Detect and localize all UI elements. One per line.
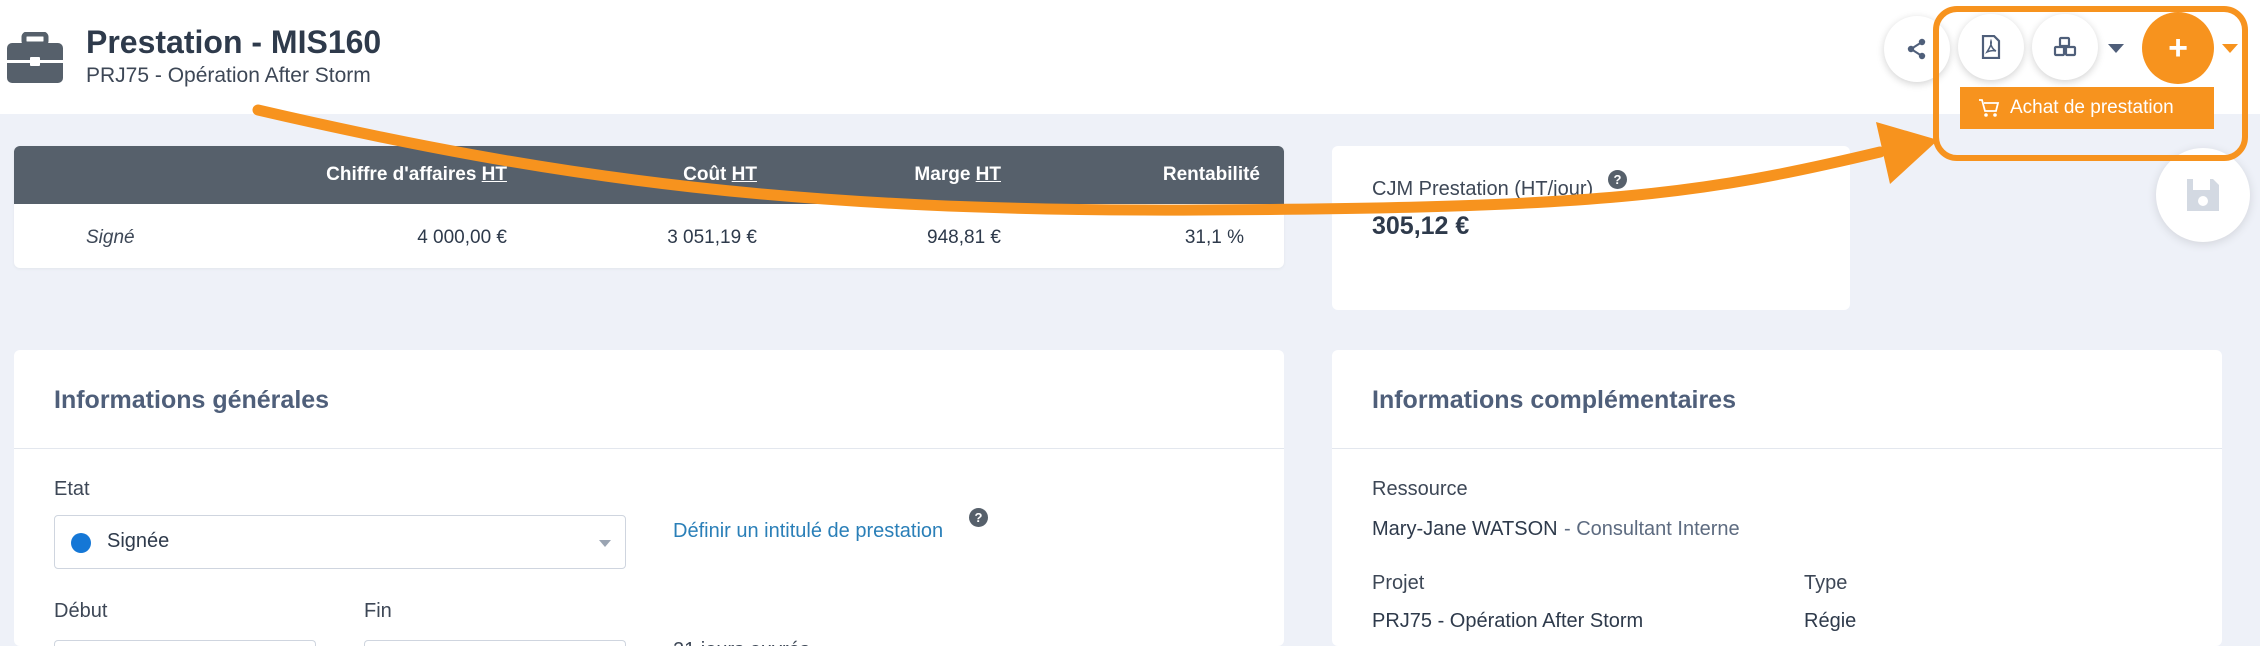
resource-name[interactable]: Mary-Jane WATSON [1372,518,1558,541]
end-label: Fin [364,600,392,622]
divider [14,448,1284,449]
card-title: Informations générales [54,386,330,414]
cjm-card: CJM Prestation (HT/jour) ? 305,12 € [1332,146,1850,310]
state-select[interactable]: Signée [54,515,626,569]
share-icon [1907,38,1926,60]
column-header: Rentabilité [1162,164,1260,185]
floppy-disk-icon [2187,179,2219,211]
table-header: Chiffre d'affaires HT Coût HT Marge HT R… [14,146,1284,204]
start-label: Début [54,600,108,622]
project-value[interactable]: PRJ75 - Opération After Storm [1372,610,1643,633]
resource-label: Ressource [1372,478,1468,500]
arrow-head [1876,122,1938,184]
extra-info-card: Informations complémentaires Ressource M… [1332,350,2222,646]
help-icon[interactable]: ? [969,508,988,527]
page-subtitle: PRJ75 - Opération After Storm [86,64,371,87]
briefcase-icon [7,32,63,83]
table-cell: 948,81 € [927,227,1001,248]
card-title: Informations complémentaires [1372,386,1736,414]
column-header: Marge HT [914,164,1001,185]
project-label: Projet [1372,572,1425,594]
type-value: Régie [1804,610,1857,632]
save-button[interactable] [2156,148,2250,242]
general-info-card: Informations générales Etat Signée Défin… [14,350,1284,646]
page-header: Prestation - MIS160 PRJ75 - Opération Af… [0,0,2260,129]
cjm-label: CJM Prestation (HT/jour) [1372,178,1594,200]
define-title-link[interactable]: Définir un intitulé de prestation [673,520,943,543]
highlight-annotation [1933,6,2248,161]
table-cell: 4 000,00 € [417,227,507,248]
table-cell: 31,1 % [1184,227,1244,248]
start-date-input[interactable] [54,640,316,646]
resource-role: - Consultant Interne [1564,518,1740,540]
column-header: Coût HT [683,164,757,185]
help-icon[interactable]: ? [1608,170,1627,189]
chevron-down-icon [599,540,611,547]
table-cell: 3 051,19 € [667,227,757,248]
divider [1332,448,2222,449]
column-header: Chiffre d'affaires HT [326,164,507,186]
working-days-text: 21 jours ouvrés [673,639,810,646]
type-label: Type [1804,572,1848,594]
end-date-input[interactable] [364,640,626,646]
state-select-value: Signée [107,530,170,552]
cjm-value: 305,12 € [1372,212,1470,240]
state-label: Etat [54,478,90,500]
page-title: Prestation - MIS160 [86,24,382,60]
state-dot [71,533,91,553]
financial-summary-table: Chiffre d'affaires HT Coût HT Marge HT R… [14,146,1284,268]
row-label: Signé [86,227,135,248]
column-header-text: Chiffre d'affaires HT [326,164,507,185]
